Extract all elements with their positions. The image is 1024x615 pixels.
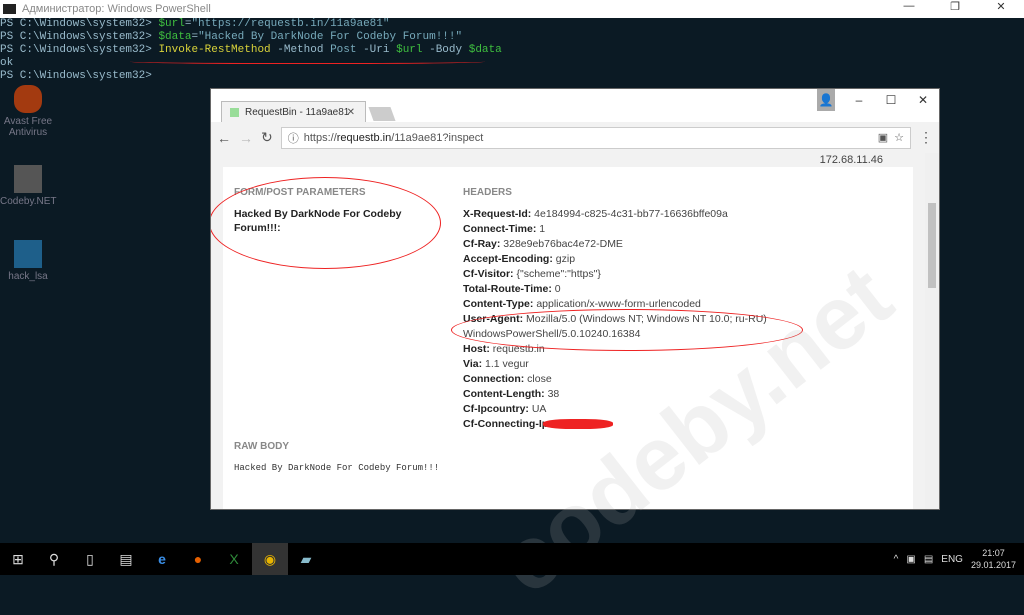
close-button[interactable]: ✕ — [978, 0, 1024, 13]
desktop-icon-avast[interactable]: Avast Free Antivirus — [0, 85, 56, 138]
back-icon[interactable]: ← — [217, 130, 231, 146]
reload-icon[interactable]: ↻ — [261, 129, 273, 146]
search-icon[interactable]: ⚲ — [36, 543, 72, 575]
header-row: Connect-Time: 1 — [463, 223, 546, 235]
script-file-icon — [14, 240, 42, 268]
firefox-icon[interactable]: ● — [180, 543, 216, 575]
avast-icon — [14, 85, 42, 113]
header-row: Connection: close — [463, 373, 552, 385]
header-row: Content-Length: 38 — [463, 388, 560, 400]
volume-icon[interactable]: ▤ — [924, 554, 933, 565]
profile-icon[interactable]: 👤 — [817, 89, 835, 111]
task-view-icon[interactable]: ▯ — [72, 543, 108, 575]
raw-heading: RAW BODY — [234, 441, 289, 452]
address-bar[interactable]: ⓘ https://requestb.in/11a9ae81?inspect ▣ ☆ — [280, 126, 911, 149]
header-row: X-Request-Id: 4e184994-c825-4c31-bb77-16… — [463, 208, 728, 220]
window-title: Администратор: Windows PowerShell — [22, 3, 211, 15]
minimize-button[interactable]: — — [886, 0, 932, 13]
excel-icon[interactable]: X — [216, 543, 252, 575]
ip-address: 172.68.11.46 — [819, 154, 883, 166]
taskbar: ⊞ ⚲ ▯ ▤ e ● X ◉ ▰ ^ ▣ ▤ ENG 21:07 29.01.201… — [0, 543, 1024, 575]
translate-icon[interactable]: ▣ — [878, 131, 888, 144]
edge-icon[interactable]: e — [144, 543, 180, 575]
chrome-window: RequestBin - 11a9ae81 ✕ 👤 – ☐ ✕ ← → ↻ ⓘ https:/… — [210, 88, 940, 614]
annotation-underline — [130, 58, 485, 64]
header-row: Accept-Encoding: gzip — [463, 253, 576, 265]
scrollbar[interactable] — [925, 153, 939, 509]
powershell-icon — [3, 4, 16, 14]
notepad-icon[interactable]: ▰ — [288, 543, 324, 575]
maximize-button[interactable]: ☐ — [875, 89, 907, 111]
minimize-button[interactable]: – — [843, 89, 875, 111]
annotation-circle — [211, 177, 441, 269]
desktop-icon-hack-lsa[interactable]: hack_lsa — [0, 240, 56, 282]
tray-chevron-icon[interactable]: ^ — [894, 554, 899, 565]
desktop-icon-codeby[interactable]: Codeby.NET — [0, 165, 57, 207]
page-content: 172.68.11.46 FORM/POST PARAMETERS Hacked… — [211, 153, 925, 509]
console-output[interactable]: PS C:\Windows\system32> $url="https://re… — [0, 18, 502, 83]
close-button[interactable]: ✕ — [907, 89, 939, 111]
header-row: Via: 1.1 vegur — [463, 358, 529, 370]
headers-heading: HEADERS — [463, 187, 512, 198]
star-icon[interactable]: ☆ — [894, 131, 904, 144]
annotation-circle — [451, 309, 803, 351]
favicon-icon — [230, 107, 239, 117]
powershell-titlebar: Администратор: Windows PowerShell — ❐ ✕ — [0, 0, 1024, 18]
scrollbar-thumb[interactable] — [928, 203, 936, 288]
tab-close-icon[interactable]: ✕ — [347, 107, 355, 118]
clock[interactable]: 21:07 29.01.2017 — [971, 547, 1016, 571]
new-tab-button[interactable] — [368, 107, 396, 121]
header-row: Cf-Connecting-Ip: ...158 — [463, 418, 581, 430]
forward-icon[interactable]: → — [239, 130, 253, 146]
header-row: Cf-Ipcountry: UA — [463, 403, 547, 415]
tab-requestbin[interactable]: RequestBin - 11a9ae81 ✕ — [221, 101, 366, 122]
redaction-mark — [543, 419, 613, 429]
network-icon[interactable]: ▣ — [906, 554, 915, 565]
raw-body: Hacked By DarkNode For Codeby Forum!!! — [234, 463, 440, 473]
maximize-button[interactable]: ❐ — [932, 0, 978, 13]
folder-icon — [14, 165, 42, 193]
chrome-icon[interactable]: ◉ — [252, 543, 288, 575]
menu-icon[interactable]: ⋮ — [919, 129, 933, 146]
start-button[interactable]: ⊞ — [0, 543, 36, 575]
header-row: Cf-Ray: 328e9eb76bac4e72-DME — [463, 238, 623, 250]
info-icon: ⓘ — [287, 132, 299, 145]
header-row: Total-Route-Time: 0 — [463, 283, 561, 295]
language-indicator[interactable]: ENG — [941, 554, 963, 565]
header-row: Cf-Visitor: {"scheme":"https"} — [463, 268, 601, 280]
powershell-taskbar-icon[interactable]: ▤ — [108, 543, 144, 575]
